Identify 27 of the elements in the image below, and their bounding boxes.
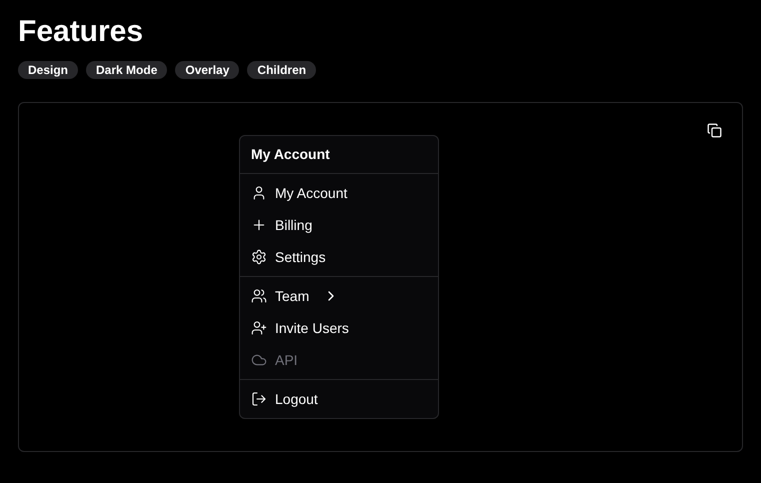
menu-item-label: Billing (275, 216, 312, 235)
menu-item-label: Logout (275, 390, 318, 409)
menu-item[interactable]: Settings (240, 241, 438, 273)
copy-icon (707, 123, 722, 138)
menu-item-label: Invite Users (275, 318, 349, 338)
copy-button[interactable] (707, 123, 722, 138)
menu-item[interactable]: Billing (240, 209, 438, 241)
tag: Dark Mode (86, 61, 168, 79)
menu-item-label: API (275, 350, 298, 370)
page-title: Features (18, 14, 144, 50)
cloud-icon (251, 352, 267, 368)
gear-icon (251, 249, 267, 265)
people-icon (251, 288, 267, 304)
person-icon (251, 185, 267, 201)
plus-icon (251, 217, 267, 233)
menu-item-label: Team (275, 286, 310, 306)
menu-label: My Account (250, 145, 331, 164)
menu-item-label: Settings (275, 248, 326, 267)
tag: Children (247, 61, 316, 79)
menu-item[interactable]: Team (240, 280, 438, 312)
menu-item[interactable]: Invite Users (240, 312, 438, 344)
menu-item[interactable]: My Account (240, 177, 438, 209)
tag: Design (18, 61, 78, 79)
tag: Overlay (175, 61, 240, 79)
menu-item[interactable]: Logout (240, 383, 438, 415)
menu-item-label: My Account (275, 184, 348, 203)
add-person-icon (251, 320, 267, 336)
